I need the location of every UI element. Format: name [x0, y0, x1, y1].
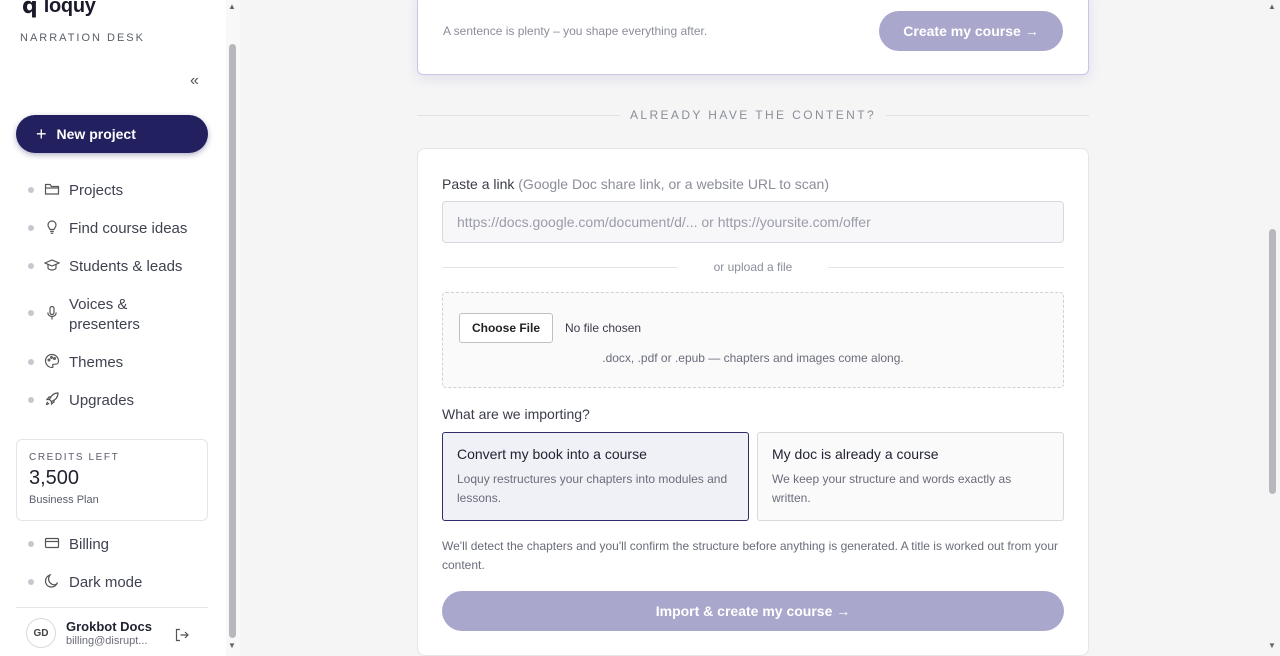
import-card: Paste a link (Google Doc share link, or …: [417, 148, 1089, 656]
sidebar-item-label: Upgrades: [69, 392, 135, 409]
new-project-label: New project: [56, 126, 136, 142]
sidebar-item-label: Themes: [69, 354, 124, 371]
url-input[interactable]: [442, 201, 1064, 243]
collapse-sidebar-icon[interactable]: «: [190, 72, 199, 90]
paste-link-label: Paste a link (Google Doc share link, or …: [442, 176, 829, 192]
import-create-button[interactable]: Import & create my course →: [442, 591, 1064, 631]
plus-icon: +: [36, 123, 47, 144]
bullet-dot: [28, 579, 34, 585]
sidebar-item-label: Voices & presenters: [69, 296, 140, 333]
sidebar-item-projects[interactable]: Projects: [28, 181, 123, 201]
logout-icon[interactable]: [174, 627, 190, 643]
main-scroll-thumb[interactable]: [1269, 229, 1276, 494]
option-convert-book[interactable]: Convert my book into a course Loquy rest…: [442, 432, 749, 521]
file-types-hint: .docx, .pdf or .epub — chapters and imag…: [602, 351, 904, 365]
logo-mark-icon: q: [22, 0, 38, 19]
card-icon: [44, 535, 60, 551]
paste-link-title: Paste a link: [442, 176, 515, 192]
section-divider-label: ALREADY HAVE THE CONTENT?: [620, 108, 886, 122]
avatar: GD: [26, 618, 56, 648]
import-type-question: What are we importing?: [442, 406, 590, 422]
bullet-dot: [28, 263, 34, 269]
credits-card: CREDITS LEFT 3,500 Business Plan: [16, 439, 208, 521]
sidebar: q loquy NARRATION DESK « + New project P…: [0, 0, 240, 656]
scroll-up-icon[interactable]: ▲: [1268, 2, 1276, 11]
credits-label: CREDITS LEFT: [29, 452, 120, 463]
credits-value: 3,500: [29, 467, 80, 489]
user-profile[interactable]: GD Grokbot Docs billing@disrupt...: [26, 618, 152, 648]
paste-link-hint: (Google Doc share link, or a website URL…: [518, 176, 829, 192]
sidebar-item-themes[interactable]: Themes: [28, 353, 123, 373]
tagline: NARRATION DESK: [20, 32, 145, 44]
main-scrollbar[interactable]: ▲ ▼: [1266, 0, 1280, 656]
bullet-dot: [28, 359, 34, 365]
sidebar-item-label: Dark mode: [69, 574, 143, 591]
option-description: We keep your structure and words exactly…: [772, 472, 1012, 505]
detect-note: We'll detect the chapters and you'll con…: [442, 539, 1059, 572]
folder-icon: [44, 181, 60, 197]
sidebar-item-students-leads[interactable]: Students & leads: [28, 257, 182, 277]
bullet-dot: [28, 225, 34, 231]
logo-text: loquy: [43, 0, 96, 17]
option-title: Convert my book into a course: [457, 446, 647, 462]
option-description: Loquy restructures your chapters into mo…: [457, 472, 728, 505]
user-email: billing@disrupt...: [66, 635, 148, 647]
sidebar-item-label: Find course ideas: [69, 220, 188, 237]
moon-icon: [44, 573, 60, 589]
file-status: No file chosen: [565, 321, 642, 335]
plan-name: Business Plan: [29, 494, 99, 506]
logo[interactable]: q loquy: [22, 0, 96, 19]
sidebar-scrollbar[interactable]: ▲ ▼: [226, 0, 240, 656]
main-content: A sentence is plenty – you shape everyth…: [240, 0, 1280, 656]
bullet-dot: [28, 310, 34, 316]
lightbulb-icon: [44, 219, 60, 235]
sidebar-item-billing[interactable]: Billing: [28, 535, 109, 555]
describe-hint: A sentence is plenty – you shape everyth…: [443, 24, 708, 38]
file-drop-zone[interactable]: Choose File No file chosen .docx, .pdf o…: [442, 292, 1064, 388]
rocket-icon: [44, 391, 60, 407]
palette-icon: [44, 353, 60, 369]
bullet-dot: [28, 187, 34, 193]
scroll-down-icon[interactable]: ▼: [1268, 641, 1276, 650]
describe-course-card: A sentence is plenty – you shape everyth…: [417, 0, 1089, 75]
sidebar-scroll-thumb[interactable]: [229, 44, 236, 638]
choose-file-button[interactable]: Choose File: [459, 313, 553, 343]
sidebar-item-label: Students & leads: [69, 258, 183, 275]
create-course-button[interactable]: Create my course →: [879, 11, 1063, 51]
bullet-dot: [28, 541, 34, 547]
sidebar-item-find-course-ideas[interactable]: Find course ideas: [28, 219, 187, 239]
sidebar-divider: [16, 607, 208, 608]
graduation-cap-icon: [43, 257, 61, 273]
bullet-dot: [28, 397, 34, 403]
microphone-icon: [44, 305, 60, 321]
sidebar-item-label: Projects: [69, 182, 124, 199]
sidebar-item-dark-mode[interactable]: Dark mode: [28, 573, 142, 593]
or-upload-label: or upload a file: [678, 260, 828, 274]
new-project-button[interactable]: + New project: [16, 115, 208, 153]
sidebar-item-label: Billing: [69, 536, 110, 553]
option-title: My doc is already a course: [772, 446, 939, 462]
scroll-down-icon[interactable]: ▼: [228, 641, 236, 650]
user-name: Grokbot Docs: [66, 619, 152, 634]
sidebar-item-upgrades[interactable]: Upgrades: [28, 391, 134, 411]
scroll-up-icon[interactable]: ▲: [228, 2, 236, 11]
option-already-course[interactable]: My doc is already a course We keep your …: [757, 432, 1064, 521]
sidebar-item-voices-presenters[interactable]: Voices & presenters: [28, 295, 188, 335]
